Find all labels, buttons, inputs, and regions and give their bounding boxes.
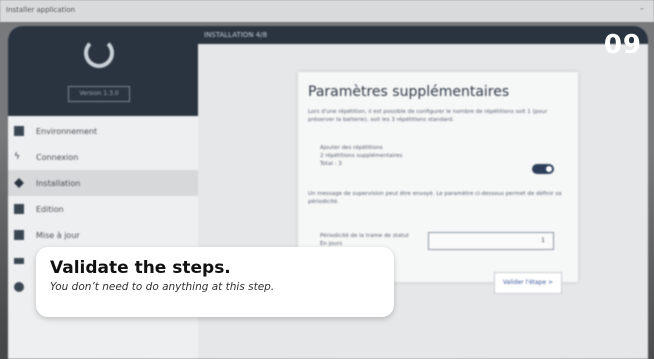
repeat-toggle[interactable] [532, 164, 554, 174]
globe-icon [14, 282, 24, 292]
sidebar-item-environnement[interactable]: Environnement [8, 118, 198, 144]
sidebar-item-connexion[interactable]: ϟ Connexion [8, 144, 198, 170]
repeat-label: Ajouter des répétitions [320, 145, 383, 151]
window-titlebar: Installer application – [0, 0, 654, 22]
card-title: Paramètres supplémentaires [308, 84, 510, 100]
repeat-total: Total : 3 [320, 161, 342, 167]
sidebar-item-label: Connexion [36, 152, 79, 162]
repeat-sub: 2 répétitions supplémentaires [320, 153, 403, 159]
callout-subtitle: You don’t need to do anything at this st… [50, 281, 275, 293]
sidebar-item-mise-a-jour[interactable]: Mise à jour [8, 222, 198, 248]
sidebar-item-label: Mise à jour [36, 230, 80, 240]
page-title: INSTALLATION 4/8 [204, 31, 268, 39]
download-icon [14, 230, 24, 240]
plug-icon: ϟ [14, 152, 20, 162]
step-number-badge: 09 [603, 30, 642, 60]
supervision-text: Un message de supervision peut être envo… [308, 191, 562, 205]
card-intro: Lors d'une répétition, il est possible d… [308, 109, 548, 123]
callout-title: Validate the steps. [50, 258, 231, 278]
edit-icon [14, 204, 24, 214]
sliders-icon [14, 258, 24, 264]
sidebar-item-label: Installation [36, 178, 81, 188]
sidebar-item-edition[interactable]: Edition [8, 196, 198, 222]
validate-step-button[interactable]: Valider l'étape > [494, 272, 562, 294]
version-badge: Version 1.3.0 [68, 86, 130, 102]
sidebar-item-label: Edition [36, 204, 64, 214]
period-label: Périodicité de la trame de statut [320, 233, 409, 239]
window-title: Installer application [6, 6, 76, 14]
minimize-icon[interactable]: – [640, 4, 644, 13]
main-header: INSTALLATION 4/8 [198, 26, 648, 44]
instruction-callout: Validate the steps. You don’t need to do… [36, 247, 394, 317]
app-logo-icon [84, 38, 114, 68]
sidebar-item-installation[interactable]: Installation [8, 170, 198, 196]
grid-icon [14, 126, 24, 136]
period-input[interactable]: 1 [428, 232, 554, 250]
wrench-icon [14, 178, 24, 188]
sidebar-brand: Version 1.3.0 [8, 26, 198, 116]
sidebar-item-label: Environnement [36, 126, 98, 136]
